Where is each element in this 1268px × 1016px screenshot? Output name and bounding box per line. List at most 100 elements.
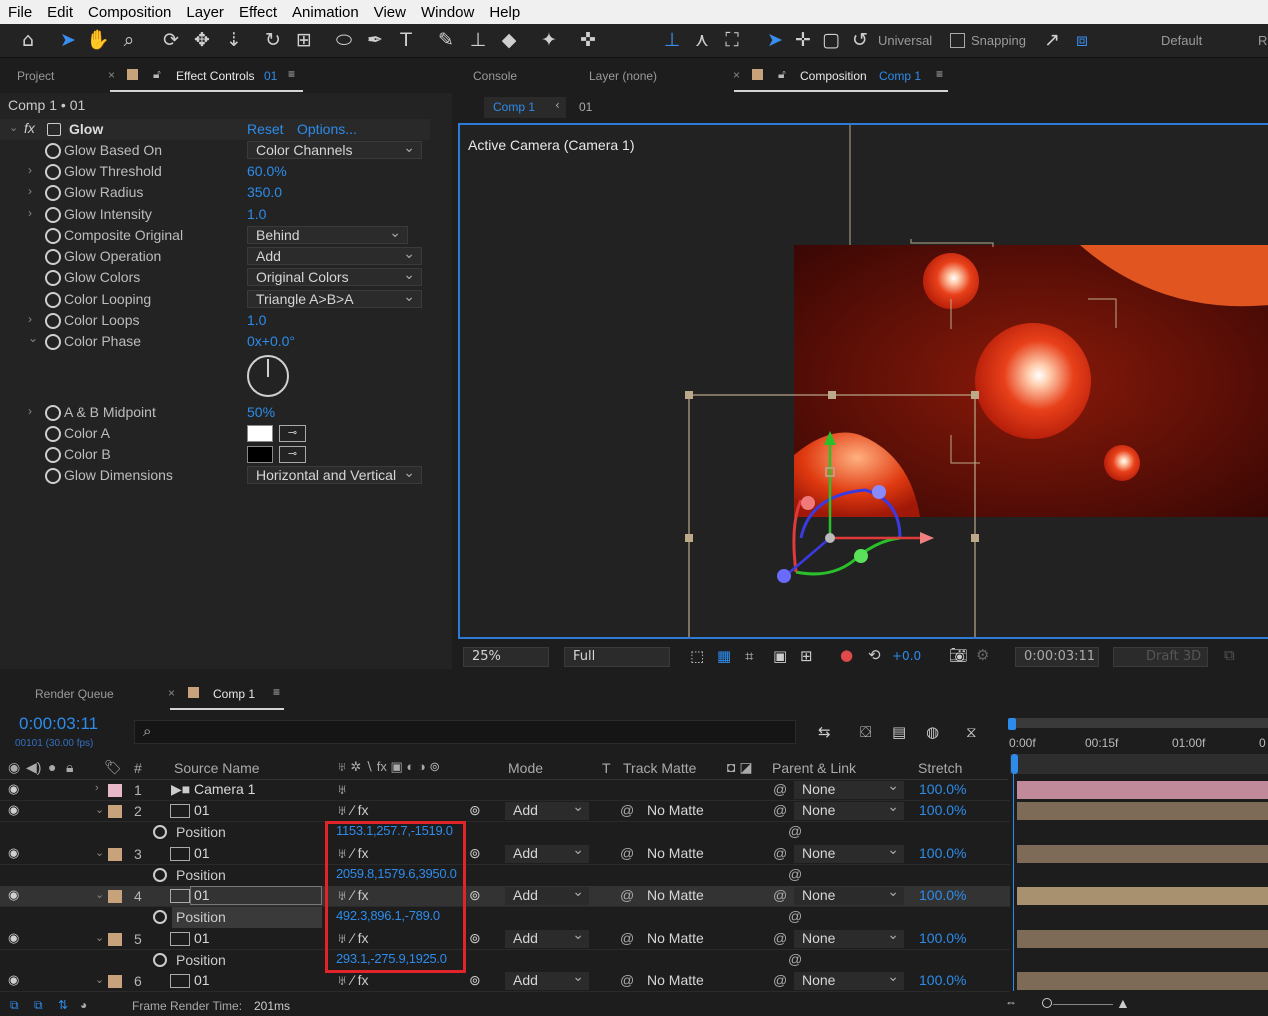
rotate-gizmo-icon[interactable]: ↺ xyxy=(848,27,872,53)
eye-icon[interactable]: ◉ xyxy=(8,972,19,988)
label-icon[interactable]: 🏷︎ xyxy=(104,759,122,776)
layer-name[interactable]: 01 xyxy=(194,972,210,988)
zoom-slider-handle[interactable] xyxy=(1042,998,1052,1008)
pickwhip-icon[interactable]: @ xyxy=(773,972,787,988)
reset-link[interactable]: Reset xyxy=(247,121,284,137)
tab-layer[interactable]: Layer (none) xyxy=(589,69,657,83)
expand-icon[interactable]: › xyxy=(28,184,32,198)
glow-based-on-dropdown[interactable]: Color Channels xyxy=(247,139,422,159)
modes-toggle-icon[interactable]: ⧉ xyxy=(34,998,43,1013)
3d-layer-icon[interactable]: ⊚ xyxy=(469,930,481,947)
switch-icons[interactable]: ♅ ∕ fx xyxy=(337,972,369,988)
layer-color-chip[interactable] xyxy=(108,890,122,903)
channel-icon[interactable]: ● xyxy=(840,646,853,664)
x-axis-arrow[interactable] xyxy=(920,532,934,544)
pickwhip-icon[interactable]: @ xyxy=(773,845,787,861)
stopwatch-icon[interactable] xyxy=(153,868,167,882)
audio-icon[interactable]: ◀) xyxy=(26,759,41,776)
workspace-default[interactable]: Default xyxy=(1161,33,1202,48)
eye-icon[interactable]: ◉ xyxy=(8,781,19,797)
color-a-swatch[interactable] xyxy=(247,425,273,442)
collapse-icon[interactable]: ⌄ xyxy=(95,846,104,859)
layer-switches-toggle-icon[interactable]: ⧉ xyxy=(10,998,19,1013)
shy-icon[interactable]: ♅ xyxy=(337,781,348,797)
z-axis-gizmo[interactable] xyxy=(789,537,831,573)
frame-blending-icon[interactable]: ▤ xyxy=(892,723,906,741)
layer-color-chip[interactable] xyxy=(108,933,122,946)
color-looping-dropdown[interactable]: Triangle A>B>A xyxy=(247,288,422,308)
lock-icon[interactable]: 🔒︎ xyxy=(66,759,73,776)
color-loops-value[interactable]: 1.0 xyxy=(247,312,266,328)
blend-mode-dropdown[interactable]: Add xyxy=(505,926,589,948)
work-area-bar[interactable] xyxy=(1010,718,1268,728)
comp-subtab[interactable]: Comp 1 ‹ xyxy=(484,97,566,118)
pickwhip-icon[interactable]: @ xyxy=(773,802,787,818)
composite-original-dropdown[interactable]: Behind xyxy=(247,224,408,244)
region-of-interest-icon[interactable]: ⬚ xyxy=(690,647,704,665)
stopwatch-icon[interactable] xyxy=(153,953,167,967)
home-icon[interactable]: ⌂ xyxy=(16,27,40,53)
bounds-handle[interactable] xyxy=(685,391,693,399)
stretch-value[interactable]: 100.0% xyxy=(919,802,966,818)
rotate-handle-blue[interactable] xyxy=(872,485,886,499)
switch-icons[interactable]: ♅ ∕ fx xyxy=(337,802,369,818)
panel-menu-icon[interactable]: ≡ xyxy=(936,67,943,81)
options-link[interactable]: Options... xyxy=(297,121,357,137)
expression-icon[interactable]: @ xyxy=(788,908,802,924)
selection-tool-icon[interactable]: ➤ xyxy=(56,27,80,53)
menu-animation[interactable]: Animation xyxy=(284,4,366,21)
layer-duration-bar[interactable] xyxy=(1017,802,1268,820)
collapse-icon[interactable]: ⌄ xyxy=(95,973,104,986)
glow-intensity-value[interactable]: 1.0 xyxy=(247,206,266,222)
layer-row-5[interactable]: ◉ ⌄ 5 01 ♅ ∕ fx ⊚ Add @ No Matte @ None … xyxy=(0,926,1010,950)
close-icon[interactable]: × xyxy=(168,686,175,700)
stopwatch-icon[interactable] xyxy=(45,249,61,265)
menu-edit[interactable]: Edit xyxy=(39,4,80,21)
layer-duration-bar[interactable] xyxy=(1017,930,1268,948)
move-gizmo-icon[interactable]: ✛ xyxy=(791,27,815,53)
layer-color-chip[interactable] xyxy=(108,975,122,988)
zoom-slider-track[interactable] xyxy=(1053,1004,1113,1005)
gizmo-center[interactable] xyxy=(825,533,835,543)
local-axis-icon[interactable]: ⊥ xyxy=(660,27,684,53)
bounds-handle[interactable] xyxy=(828,391,836,399)
stopwatch-icon[interactable] xyxy=(45,313,61,329)
pickwhip-icon[interactable]: @ xyxy=(773,930,787,946)
layer-row-4[interactable]: ◉ ⌄ 4 01 ♅ ∕ fx ⊚ Add @ No Matte @ None … xyxy=(0,883,1010,907)
guides-icon[interactable]: ▣ xyxy=(773,647,787,665)
pickwhip-icon[interactable]: @ xyxy=(620,972,634,988)
3d-layer-icon[interactable]: ⊚ xyxy=(469,887,481,904)
parent-dropdown[interactable]: None xyxy=(794,777,904,799)
menu-effect[interactable]: Effect xyxy=(231,4,284,21)
stopwatch-icon[interactable] xyxy=(153,825,167,839)
parent-dropdown[interactable]: None xyxy=(794,841,904,863)
blend-mode-dropdown[interactable]: Add xyxy=(505,883,589,905)
pen-tool-icon[interactable]: ✒ xyxy=(363,27,387,53)
stopwatch-icon[interactable] xyxy=(45,164,61,180)
resolution-dropdown[interactable]: Full xyxy=(564,647,670,667)
expand-icon[interactable]: › xyxy=(28,163,32,177)
current-time-indicator[interactable] xyxy=(1011,754,1018,774)
tab-effect-controls[interactable]: Effect Controls xyxy=(176,69,254,83)
tab-composition[interactable]: Composition xyxy=(800,69,867,83)
eye-icon[interactable]: ◉ xyxy=(8,759,20,776)
stopwatch-icon[interactable] xyxy=(45,228,61,244)
color-phase-dial[interactable] xyxy=(247,355,289,397)
layer-name[interactable]: Camera 1 xyxy=(194,781,255,797)
pickwhip-icon[interactable]: @ xyxy=(620,845,634,861)
graph-editor-icon[interactable]: ⧖ xyxy=(966,723,977,741)
expand-icon[interactable]: › xyxy=(28,206,32,220)
render-time-icon[interactable]: ◕ xyxy=(80,998,87,1012)
comp-subtab-layer[interactable]: 01 xyxy=(579,100,592,114)
snapping-options-icon[interactable]: ↗ xyxy=(1040,27,1064,53)
rotate-gizmo-green[interactable] xyxy=(795,536,901,576)
anchor-tool-icon[interactable]: ⊞ xyxy=(292,27,316,53)
stopwatch-icon[interactable] xyxy=(153,910,167,924)
menu-help[interactable]: Help xyxy=(481,4,527,21)
panel-menu-icon[interactable]: ≡ xyxy=(288,67,295,81)
comp-viewer[interactable]: Active Camera (Camera 1) xyxy=(458,123,1268,639)
glow-dimensions-dropdown[interactable]: Horizontal and Vertical xyxy=(247,464,422,484)
dolly-camera-icon[interactable]: ⇣ xyxy=(222,27,246,53)
grid-options-icon[interactable]: ⊞ xyxy=(800,647,813,665)
stopwatch-icon[interactable] xyxy=(45,292,61,308)
